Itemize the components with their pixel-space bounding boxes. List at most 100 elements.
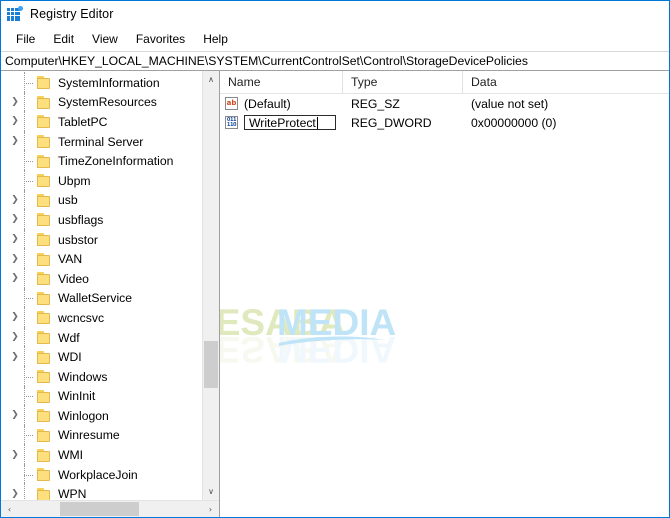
chevron-right-icon[interactable]: ❯ [7, 411, 23, 420]
tree-connector [23, 326, 37, 348]
value-name-edit-input[interactable]: WriteProtect [244, 115, 336, 130]
chevron-right-icon[interactable]: ❯ [7, 274, 23, 283]
value-data-cell: (value not set) [471, 96, 549, 111]
tree-item-van[interactable]: ❯ VAN [1, 248, 202, 270]
tree-body: SystemInformation ❯ SystemResources ❯ Tablet… [1, 71, 219, 500]
scroll-down-icon[interactable]: ∨ [203, 483, 219, 500]
address-bar[interactable]: Computer\HKEY_LOCAL_MACHINE\SYSTEM\Curre… [1, 51, 669, 71]
main-content: NESABA MEDIA NESABA MEDIA SystemInformat… [1, 71, 669, 517]
value-row[interactable]: ab (Default) REG_SZ (value not set) [220, 94, 669, 113]
value-name-cell[interactable]: ab (Default) [220, 97, 343, 111]
tree-horizontal-scrollbar[interactable]: ‹ › [1, 500, 219, 517]
vscroll-track[interactable] [203, 88, 219, 483]
tree-item-label: Ubpm [58, 173, 91, 188]
tree-connector [23, 248, 37, 270]
tree-item-wmi[interactable]: ❯ WMI [1, 444, 202, 466]
folder-icon [37, 370, 53, 384]
value-type-cell: REG_DWORD [351, 115, 432, 130]
tree-item-wdf[interactable]: ❯ Wdf [1, 326, 202, 348]
folder-icon [37, 487, 53, 500]
column-header-data[interactable]: Data [463, 71, 669, 93]
chevron-right-icon[interactable]: ❯ [7, 254, 23, 264]
tree-item-label: usbstor [58, 232, 98, 247]
folder-icon [37, 252, 53, 266]
scroll-up-icon[interactable]: ∧ [203, 71, 219, 88]
tree-item-wdi[interactable]: ❯ WDI [1, 346, 202, 368]
scroll-right-icon[interactable]: › [202, 505, 219, 514]
chevron-right-icon[interactable]: ❯ [7, 450, 23, 460]
chevron-right-icon[interactable]: ❯ [7, 195, 23, 205]
menu-item-edit[interactable]: Edit [44, 29, 83, 50]
tree-connector [23, 405, 37, 427]
chevron-right-icon[interactable]: ❯ [7, 97, 23, 107]
chevron-right-icon[interactable]: ❯ [7, 137, 23, 146]
text-caret [316, 116, 318, 129]
tree-item-label: usbflags [58, 212, 104, 227]
folder-icon [37, 213, 53, 227]
folder-icon [37, 193, 53, 207]
tree-connector [23, 346, 37, 368]
tree-item-label: Video [58, 271, 89, 286]
tree-item-workplacejoin[interactable]: WorkplaceJoin [1, 463, 202, 486]
tree-item-winresume[interactable]: Winresume [1, 424, 202, 446]
tree-item-windows[interactable]: Windows [1, 365, 202, 388]
menu-item-favorites[interactable]: Favorites [127, 29, 194, 50]
tree-item-usb[interactable]: ❯ usb [1, 189, 202, 211]
tree-item-label: Wdf [58, 330, 80, 345]
tree-item-walletservice[interactable]: WalletService [1, 287, 202, 309]
column-header-type[interactable]: Type [343, 71, 463, 93]
tree-item-label: wcncsvc [58, 310, 105, 325]
value-name-edit-text: WriteProtect [249, 115, 316, 130]
menu-item-file[interactable]: File [7, 29, 44, 50]
tree-item-wpn[interactable]: ❯ WPN [1, 483, 202, 500]
folder-icon [37, 95, 53, 109]
tree-item-label: Terminal Server [58, 134, 144, 149]
vscroll-thumb[interactable] [204, 340, 218, 389]
hscroll-thumb[interactable] [60, 502, 140, 516]
value-name-cell[interactable]: 011 110 WriteProtect [220, 115, 343, 130]
chevron-right-icon[interactable]: ❯ [7, 352, 23, 362]
column-header-name[interactable]: Name [220, 71, 343, 93]
reg-sz-icon: ab [225, 97, 238, 110]
hscroll-track[interactable] [18, 501, 202, 517]
tree-connector [23, 424, 37, 446]
chevron-right-icon[interactable]: ❯ [7, 215, 23, 224]
menu-item-view[interactable]: View [83, 29, 127, 50]
tree-item-tabletpc[interactable]: ❯ TabletPC [1, 111, 202, 133]
tree-item-terminal-server[interactable]: ❯ Terminal Server [1, 130, 202, 152]
title-bar: Registry Editor [1, 1, 669, 27]
tree-item-timezoneinformation[interactable]: TimeZoneInformation [1, 150, 202, 172]
chevron-right-icon[interactable]: ❯ [7, 117, 23, 126]
tree-item-label: SystemResources [58, 95, 157, 110]
value-row[interactable]: 011 110 WriteProtect REG_DWORD 0x00000000 (0… [220, 113, 669, 132]
tree-connector [23, 111, 37, 133]
folder-icon [37, 291, 53, 305]
tree-item-video[interactable]: ❯ Video [1, 267, 202, 290]
registry-editor-icon [7, 6, 23, 22]
tree-connector [23, 444, 37, 466]
chevron-right-icon[interactable]: ❯ [7, 333, 23, 342]
value-type-cell: REG_SZ [351, 96, 400, 111]
registry-tree[interactable]: SystemInformation ❯ SystemResources ❯ Tablet… [1, 71, 202, 500]
menu-item-help[interactable]: Help [194, 29, 237, 50]
scroll-left-icon[interactable]: ‹ [1, 505, 18, 514]
tree-item-label: WPN [58, 487, 87, 500]
tree-connector [23, 209, 37, 231]
chevron-right-icon[interactable]: ❯ [7, 313, 23, 322]
tree-item-winlogon[interactable]: ❯ Winlogon [1, 405, 202, 427]
tree-item-ubpm[interactable]: Ubpm [1, 169, 202, 192]
value-data-cell: 0x00000000 (0) [471, 115, 557, 130]
tree-item-wininit[interactable]: WinInit [1, 385, 202, 407]
tree-connector [23, 91, 37, 113]
chevron-right-icon[interactable]: ❯ [7, 235, 23, 244]
window-title: Registry Editor [30, 7, 114, 21]
tree-item-usbstor[interactable]: ❯ usbstor [1, 228, 202, 250]
tree-item-systemresources[interactable]: ❯ SystemResources [1, 91, 202, 113]
tree-vertical-scrollbar[interactable]: ∧ ∨ [202, 71, 219, 500]
menu-bar: File Edit View Favorites Help [1, 27, 669, 51]
tree-item-wcncsvc[interactable]: ❯ wcncsvc [1, 307, 202, 329]
tree-item-systeminformation[interactable]: SystemInformation [1, 72, 202, 94]
chevron-right-icon[interactable]: ❯ [7, 489, 23, 499]
tree-item-usbflags[interactable]: ❯ usbflags [1, 209, 202, 231]
registry-values-list[interactable]: ab (Default) REG_SZ (value not set) 011 110 Wr… [220, 94, 669, 517]
